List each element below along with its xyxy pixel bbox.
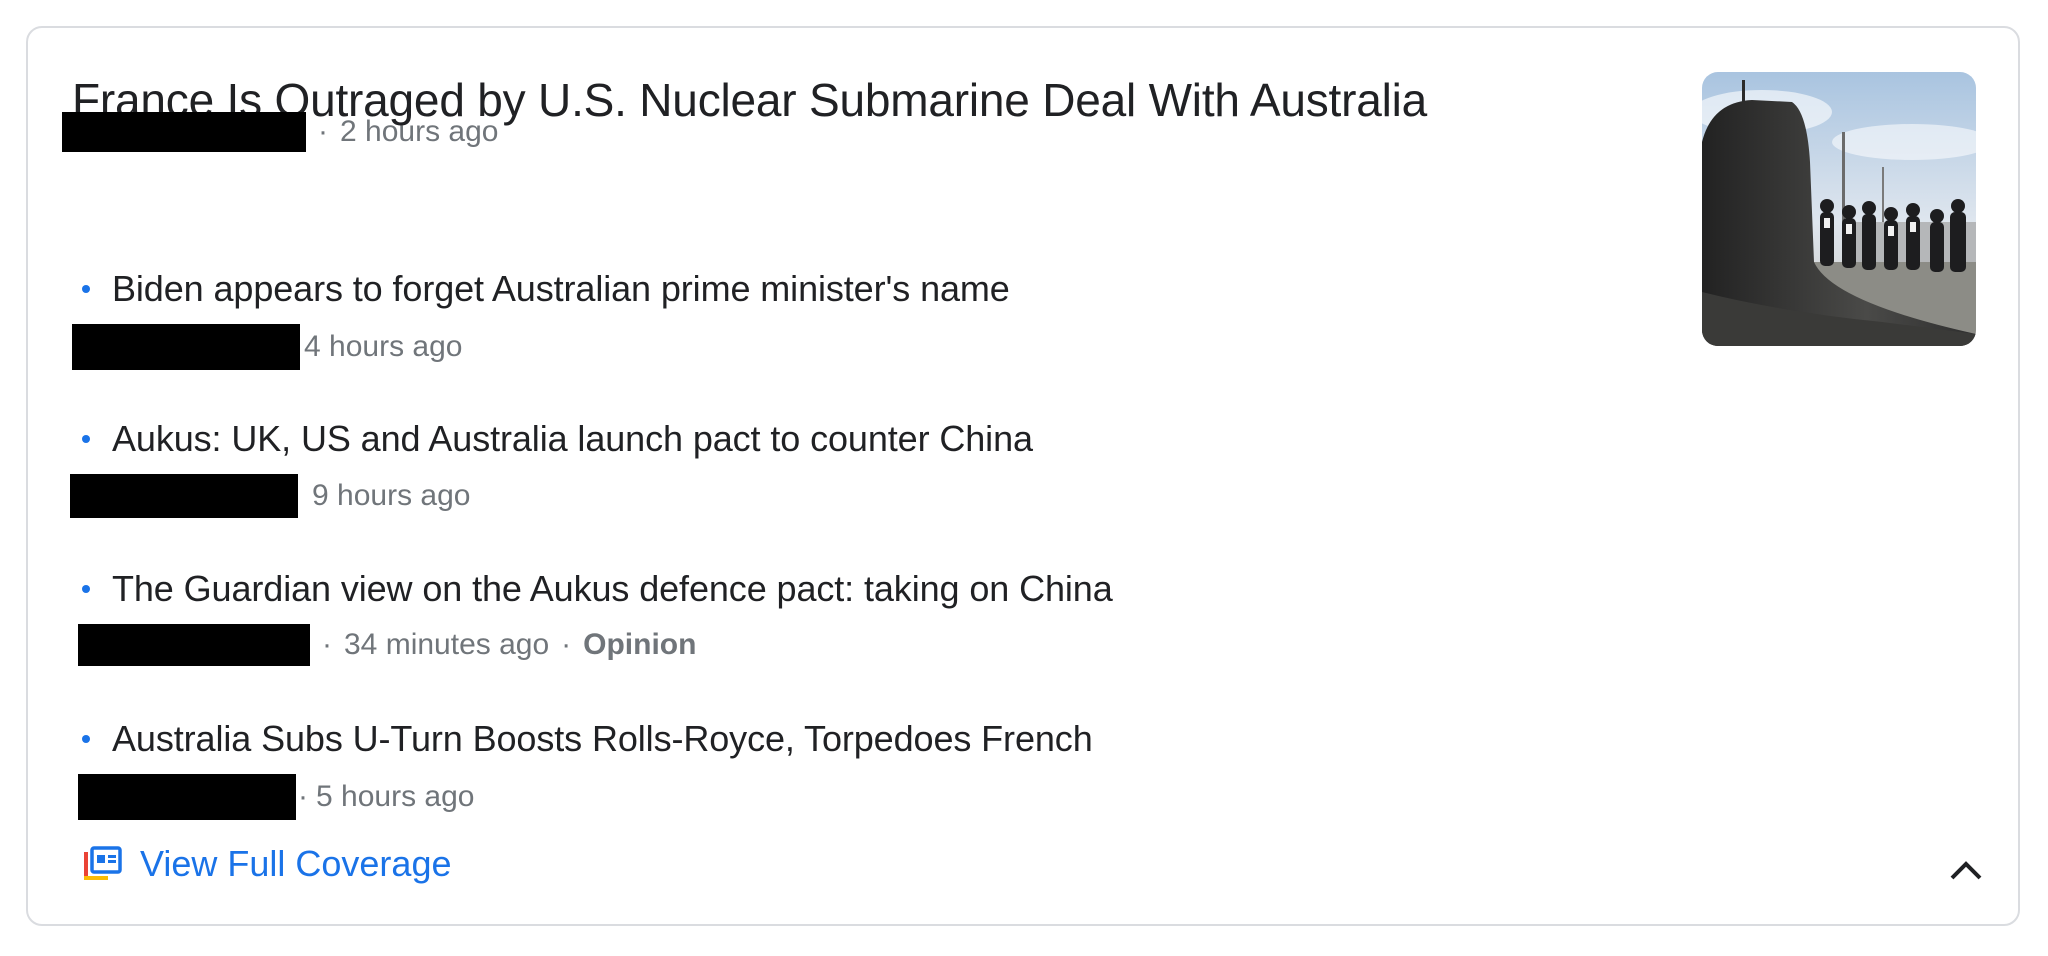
separator: · bbox=[561, 628, 572, 661]
story-meta: · 5 hours ago bbox=[78, 774, 474, 820]
bullet-icon bbox=[82, 285, 90, 293]
story-item[interactable]: The Guardian view on the Aukus defence p… bbox=[82, 566, 1113, 612]
submarine-photo-icon bbox=[1702, 72, 1976, 346]
collapse-button[interactable] bbox=[1946, 850, 1986, 890]
story-time: 4 hours ago bbox=[304, 330, 463, 363]
story-title[interactable]: Australia Subs U-Turn Boosts Rolls-Royce… bbox=[112, 716, 1093, 762]
opinion-label: Opinion bbox=[583, 628, 697, 661]
bullet-icon bbox=[82, 585, 90, 593]
full-coverage-icon bbox=[84, 846, 122, 880]
redacted-source bbox=[72, 324, 300, 370]
story-meta: 9 hours ago bbox=[70, 474, 470, 518]
news-card: France Is Outraged by U.S. Nuclear Subma… bbox=[26, 26, 2020, 926]
separator: · bbox=[298, 780, 308, 813]
view-full-coverage-label[interactable]: View Full Coverage bbox=[140, 842, 451, 886]
bullet-icon bbox=[82, 435, 90, 443]
story-time: 34 minutes ago bbox=[344, 628, 550, 661]
story-meta: 4 hours ago bbox=[72, 324, 462, 370]
separator: · bbox=[318, 115, 328, 148]
story-time: 5 hours ago bbox=[316, 780, 475, 813]
view-full-coverage-link[interactable]: View Full Coverage bbox=[82, 842, 451, 886]
separator: · bbox=[322, 628, 332, 661]
redacted-source bbox=[78, 774, 296, 820]
redacted-source bbox=[78, 624, 310, 666]
story-title[interactable]: The Guardian view on the Aukus defence p… bbox=[112, 566, 1113, 612]
headline-thumbnail[interactable] bbox=[1702, 72, 1976, 346]
headline-meta: · 2 hours ago bbox=[62, 112, 498, 152]
story-time: 9 hours ago bbox=[312, 479, 471, 512]
chevron-up-icon bbox=[1950, 861, 1982, 880]
story-item[interactable]: Australia Subs U-Turn Boosts Rolls-Royce… bbox=[82, 716, 1093, 762]
story-item[interactable]: Aukus: UK, US and Australia launch pact … bbox=[82, 416, 1033, 462]
redacted-source bbox=[62, 112, 306, 152]
story-meta: · 34 minutes ago · Opinion bbox=[78, 624, 696, 666]
story-item[interactable]: Biden appears to forget Australian prime… bbox=[82, 266, 1010, 312]
bullet-icon bbox=[82, 735, 90, 743]
story-title[interactable]: Aukus: UK, US and Australia launch pact … bbox=[112, 416, 1033, 462]
redacted-source bbox=[70, 474, 298, 518]
story-title[interactable]: Biden appears to forget Australian prime… bbox=[112, 266, 1010, 312]
headline-time: 2 hours ago bbox=[340, 115, 499, 148]
